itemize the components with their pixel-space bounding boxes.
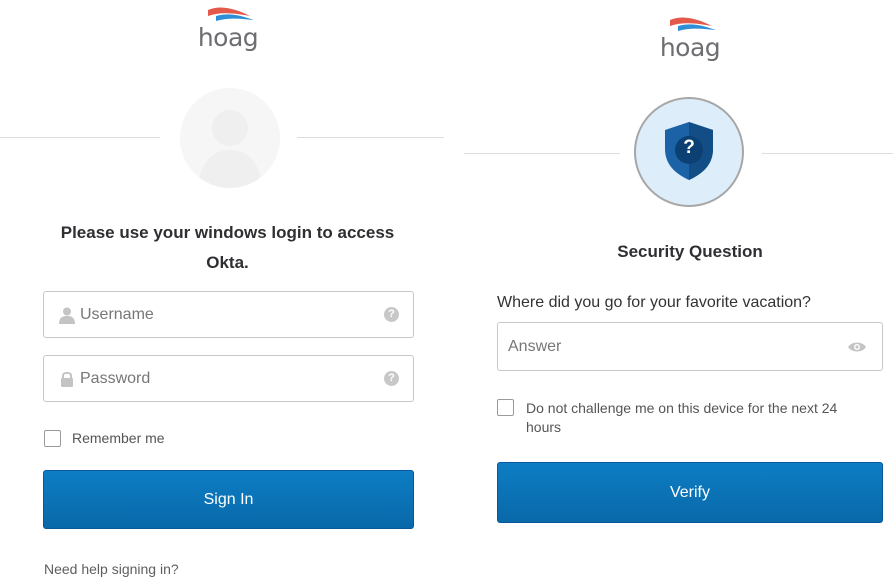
help-icon[interactable]: ? [384, 307, 399, 322]
divider-line [464, 153, 620, 154]
sign-in-button[interactable]: Sign In [43, 470, 414, 529]
do-not-challenge-checkbox[interactable] [497, 399, 514, 416]
logo-text: hoag [659, 33, 721, 62]
hoag-logo: hoag [650, 14, 730, 62]
badge-glyph: ? [683, 137, 695, 158]
answer-field[interactable] [497, 322, 883, 371]
lock-icon [60, 370, 74, 393]
user-silhouette-icon [198, 110, 262, 188]
username-input[interactable] [80, 303, 370, 327]
divider-line [762, 153, 893, 154]
answer-input[interactable] [508, 335, 828, 359]
signin-heading: Please use your windows login to access … [60, 223, 395, 272]
logo-swoosh-icon [208, 7, 254, 21]
logo-text: hoag [197, 23, 259, 52]
user-icon [58, 306, 76, 329]
verify-button[interactable]: Verify [497, 462, 883, 523]
eye-icon[interactable] [847, 340, 867, 359]
security-question-badge: ? [634, 97, 744, 207]
divider-line [297, 137, 444, 138]
logo-swoosh-icon [670, 17, 716, 31]
remember-me-checkbox[interactable] [44, 430, 61, 447]
do-not-challenge-label[interactable]: Do not challenge me on this device for t… [526, 399, 871, 437]
divider-line [0, 137, 160, 138]
security-question-text: Where did you go for your favorite vacat… [497, 294, 811, 311]
help-icon[interactable]: ? [384, 371, 399, 386]
password-field[interactable]: ? [43, 355, 414, 402]
user-avatar [180, 88, 280, 188]
hoag-logo: hoag [188, 4, 268, 52]
password-input[interactable] [80, 367, 370, 391]
need-help-link[interactable]: Need help signing in? [44, 561, 179, 577]
security-question-heading: Security Question [617, 242, 763, 261]
username-field[interactable]: ? [43, 291, 414, 338]
remember-me-label[interactable]: Remember me [72, 429, 165, 448]
